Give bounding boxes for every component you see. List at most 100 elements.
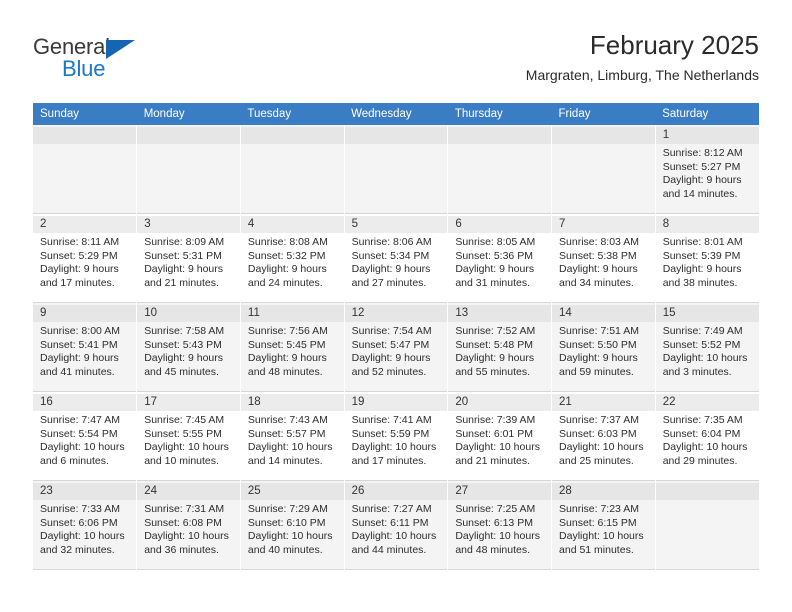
day-cell-27: 27 Sunrise: 7:25 AM Sunset: 6:13 PM Dayligh… (448, 481, 552, 570)
calendar-day-cell[interactable]: 15 Sunrise: 7:49 AM Sunset: 5:52 PM Dayligh… (655, 303, 759, 392)
calendar-day-cell[interactable]: 5 Sunrise: 8:06 AM Sunset: 5:34 PM Daylight… (344, 214, 449, 303)
daylight-text: Daylight: 9 hours and 17 minutes. (40, 263, 119, 289)
general-blue-logo[interactable]: General Blue (33, 28, 153, 80)
sun-info: Sunrise: 7:35 AM Sunset: 6:04 PM Daylight:… (663, 414, 753, 468)
sunset-text: Sunset: 5:50 PM (559, 338, 637, 351)
calendar-day-cell[interactable]: 13 Sunrise: 7:52 AM Sunset: 5:48 PM Dayligh… (447, 303, 553, 392)
sunrise-text: Sunrise: 7:52 AM (455, 325, 536, 337)
calendar-day-cell[interactable]: 27 Sunrise: 7:25 AM Sunset: 6:13 PM Dayligh… (447, 481, 553, 570)
day-cell-empty (552, 125, 655, 214)
sunrise-text: Sunrise: 7:51 AM (559, 325, 639, 337)
calendar-day-cell[interactable]: 23 Sunrise: 7:33 AM Sunset: 6:06 PM Dayligh… (33, 481, 138, 570)
daylight-text: Daylight: 10 hours and 51 minutes. (559, 530, 644, 556)
calendar-day-cell[interactable]: 21 Sunrise: 7:37 AM Sunset: 6:03 PM Dayligh… (551, 392, 656, 481)
calendar-day-cell[interactable]: 28 Sunrise: 7:23 AM Sunset: 6:15 PM Dayligh… (551, 481, 656, 570)
calendar-day-cell (655, 481, 759, 570)
day-number: 8 (655, 216, 759, 233)
day-number: 13 (448, 305, 552, 322)
calendar-day-cell[interactable]: 16 Sunrise: 7:47 AM Sunset: 5:54 PM Dayligh… (33, 392, 138, 481)
calendar-day-cell[interactable]: 22 Sunrise: 7:35 AM Sunset: 6:04 PM Dayligh… (655, 392, 759, 481)
calendar-day-cell[interactable]: 10 Sunrise: 7:58 AM Sunset: 5:43 PM Dayligh… (136, 303, 241, 392)
sun-info: Sunrise: 7:31 AM Sunset: 6:08 PM Daylight:… (144, 503, 234, 557)
calendar-day-cell (136, 125, 241, 214)
daylight-text: Daylight: 10 hours and 21 minutes. (455, 441, 540, 467)
day-number: 3 (137, 216, 240, 233)
calendar-day-cell (33, 125, 138, 214)
day-cell-19: 19 Sunrise: 7:41 AM Sunset: 5:59 PM Dayligh… (344, 392, 448, 481)
calendar-day-cell[interactable]: 4 Sunrise: 8:08 AM Sunset: 5:32 PM Daylight… (240, 214, 345, 303)
calendar-page: General Blue February 2025 Margraten, Li… (0, 0, 792, 612)
calendar-day-cell[interactable]: 19 Sunrise: 7:41 AM Sunset: 5:59 PM Dayligh… (344, 392, 449, 481)
calendar-day-cell[interactable]: 11 Sunrise: 7:56 AM Sunset: 5:45 PM Dayligh… (240, 303, 345, 392)
sunset-text: Sunset: 5:41 PM (40, 338, 118, 351)
daylight-text: Daylight: 9 hours and 52 minutes. (351, 352, 431, 378)
daylight-text: Daylight: 9 hours and 21 minutes. (144, 263, 223, 289)
sunset-text: Sunset: 5:34 PM (351, 249, 430, 262)
daylight-text: Daylight: 10 hours and 40 minutes. (247, 530, 333, 556)
weekday-header-row: Sunday Monday Tuesday Wednesday Thursday Frid… (33, 103, 759, 125)
calendar-week-row: 23 Sunrise: 7:33 AM Sunset: 6:06 PM Dayligh… (33, 481, 759, 570)
day-cell-2: 2 Sunrise: 8:11 AM Sunset: 5:29 PM Daylight… (33, 214, 137, 303)
sunrise-text: Sunrise: 7:35 AM (662, 414, 743, 426)
weekday-header-friday: Friday (551, 103, 656, 125)
page-header: General Blue February 2025 Margraten, Li… (33, 0, 759, 83)
calendar-day-cell[interactable]: 20 Sunrise: 7:39 AM Sunset: 6:01 PM Dayligh… (447, 392, 553, 481)
sunrise-text: Sunrise: 7:58 AM (144, 325, 225, 337)
sunrise-text: Sunrise: 7:25 AM (455, 503, 536, 515)
day-cell-9: 9 Sunrise: 8:00 AM Sunset: 5:41 PM Daylight… (33, 303, 137, 392)
calendar-body: 1 Sunrise: 8:12 AM Sunset: 5:27 PM Daylight… (33, 125, 759, 570)
daylight-text: Daylight: 9 hours and 45 minutes. (144, 352, 223, 378)
day-number: 22 (655, 394, 759, 411)
daylight-text: Daylight: 10 hours and 36 minutes. (144, 530, 229, 556)
day-cell-empty (137, 125, 240, 214)
day-cell-14: 14 Sunrise: 7:51 AM Sunset: 5:50 PM Dayligh… (552, 303, 655, 392)
calendar-day-cell[interactable]: 25 Sunrise: 7:29 AM Sunset: 6:10 PM Dayligh… (240, 481, 345, 570)
day-cell-empty (655, 481, 759, 570)
sunrise-text: Sunrise: 7:54 AM (351, 325, 432, 337)
calendar-day-cell[interactable]: 8 Sunrise: 8:01 AM Sunset: 5:39 PM Daylight… (655, 214, 759, 303)
sun-info: Sunrise: 7:54 AM Sunset: 5:47 PM Daylight:… (352, 325, 442, 379)
sun-info: Sunrise: 7:27 AM Sunset: 6:11 PM Daylight:… (352, 503, 442, 557)
day-number: 14 (552, 305, 655, 322)
day-cell-8: 8 Sunrise: 8:01 AM Sunset: 5:39 PM Daylight… (655, 214, 759, 303)
day-cell-28: 28 Sunrise: 7:23 AM Sunset: 6:15 PM Dayligh… (552, 481, 655, 570)
calendar-day-cell[interactable]: 2 Sunrise: 8:11 AM Sunset: 5:29 PM Daylight… (33, 214, 138, 303)
sun-info: Sunrise: 8:00 AM Sunset: 5:41 PM Daylight:… (40, 325, 130, 379)
day-cell-empty (33, 125, 137, 214)
calendar-day-cell[interactable]: 26 Sunrise: 7:27 AM Sunset: 6:11 PM Dayligh… (344, 481, 449, 570)
day-cell-5: 5 Sunrise: 8:06 AM Sunset: 5:34 PM Daylight… (344, 214, 448, 303)
calendar-day-cell[interactable]: 17 Sunrise: 7:45 AM Sunset: 5:55 PM Dayligh… (136, 392, 241, 481)
daylight-text: Daylight: 10 hours and 6 minutes. (40, 441, 125, 467)
logo-blue-text: Blue (62, 56, 106, 81)
calendar-day-cell[interactable]: 7 Sunrise: 8:03 AM Sunset: 5:38 PM Daylight… (551, 214, 656, 303)
sunrise-text: Sunrise: 7:47 AM (40, 414, 120, 426)
daylight-text: Daylight: 9 hours and 31 minutes. (455, 263, 535, 289)
calendar-day-cell[interactable]: 6 Sunrise: 8:05 AM Sunset: 5:36 PM Daylight… (447, 214, 553, 303)
calendar-day-cell[interactable]: 12 Sunrise: 7:54 AM Sunset: 5:47 PM Dayligh… (344, 303, 449, 392)
daylight-text: Daylight: 10 hours and 32 minutes. (40, 530, 125, 556)
day-number: 9 (33, 305, 137, 322)
sunset-text: Sunset: 5:54 PM (40, 427, 118, 440)
day-number: 20 (448, 394, 552, 411)
day-cell-11: 11 Sunrise: 7:56 AM Sunset: 5:45 PM Dayligh… (240, 303, 344, 392)
sunset-text: Sunset: 6:13 PM (455, 516, 533, 529)
calendar-day-cell[interactable]: 3 Sunrise: 8:09 AM Sunset: 5:31 PM Daylight… (136, 214, 241, 303)
weekday-header-saturday: Saturday (655, 103, 759, 125)
calendar-day-cell[interactable]: 14 Sunrise: 7:51 AM Sunset: 5:50 PM Dayligh… (551, 303, 656, 392)
logo-general-text: General (33, 34, 110, 59)
calendar-day-cell[interactable]: 18 Sunrise: 7:43 AM Sunset: 5:57 PM Dayligh… (240, 392, 345, 481)
sunset-text: Sunset: 5:29 PM (40, 249, 118, 262)
calendar-week-row: 16 Sunrise: 7:47 AM Sunset: 5:54 PM Dayligh… (33, 392, 759, 481)
sun-info: Sunrise: 7:49 AM Sunset: 5:52 PM Daylight:… (663, 325, 753, 379)
sunrise-text: Sunrise: 8:08 AM (247, 236, 328, 248)
calendar-day-cell[interactable]: 24 Sunrise: 7:31 AM Sunset: 6:08 PM Dayligh… (136, 481, 241, 570)
sunset-text: Sunset: 5:55 PM (144, 427, 222, 440)
sun-info: Sunrise: 7:37 AM Sunset: 6:03 PM Daylight:… (559, 414, 649, 468)
day-number (33, 127, 137, 144)
daylight-text: Daylight: 9 hours and 34 minutes. (559, 263, 638, 289)
day-number: 17 (137, 394, 240, 411)
calendar-day-cell[interactable]: 9 Sunrise: 8:00 AM Sunset: 5:41 PM Daylight… (33, 303, 138, 392)
calendar-day-cell[interactable]: 1 Sunrise: 8:12 AM Sunset: 5:27 PM Daylight… (655, 125, 759, 214)
day-number: 19 (344, 394, 448, 411)
daylight-text: Daylight: 9 hours and 14 minutes. (662, 174, 742, 200)
